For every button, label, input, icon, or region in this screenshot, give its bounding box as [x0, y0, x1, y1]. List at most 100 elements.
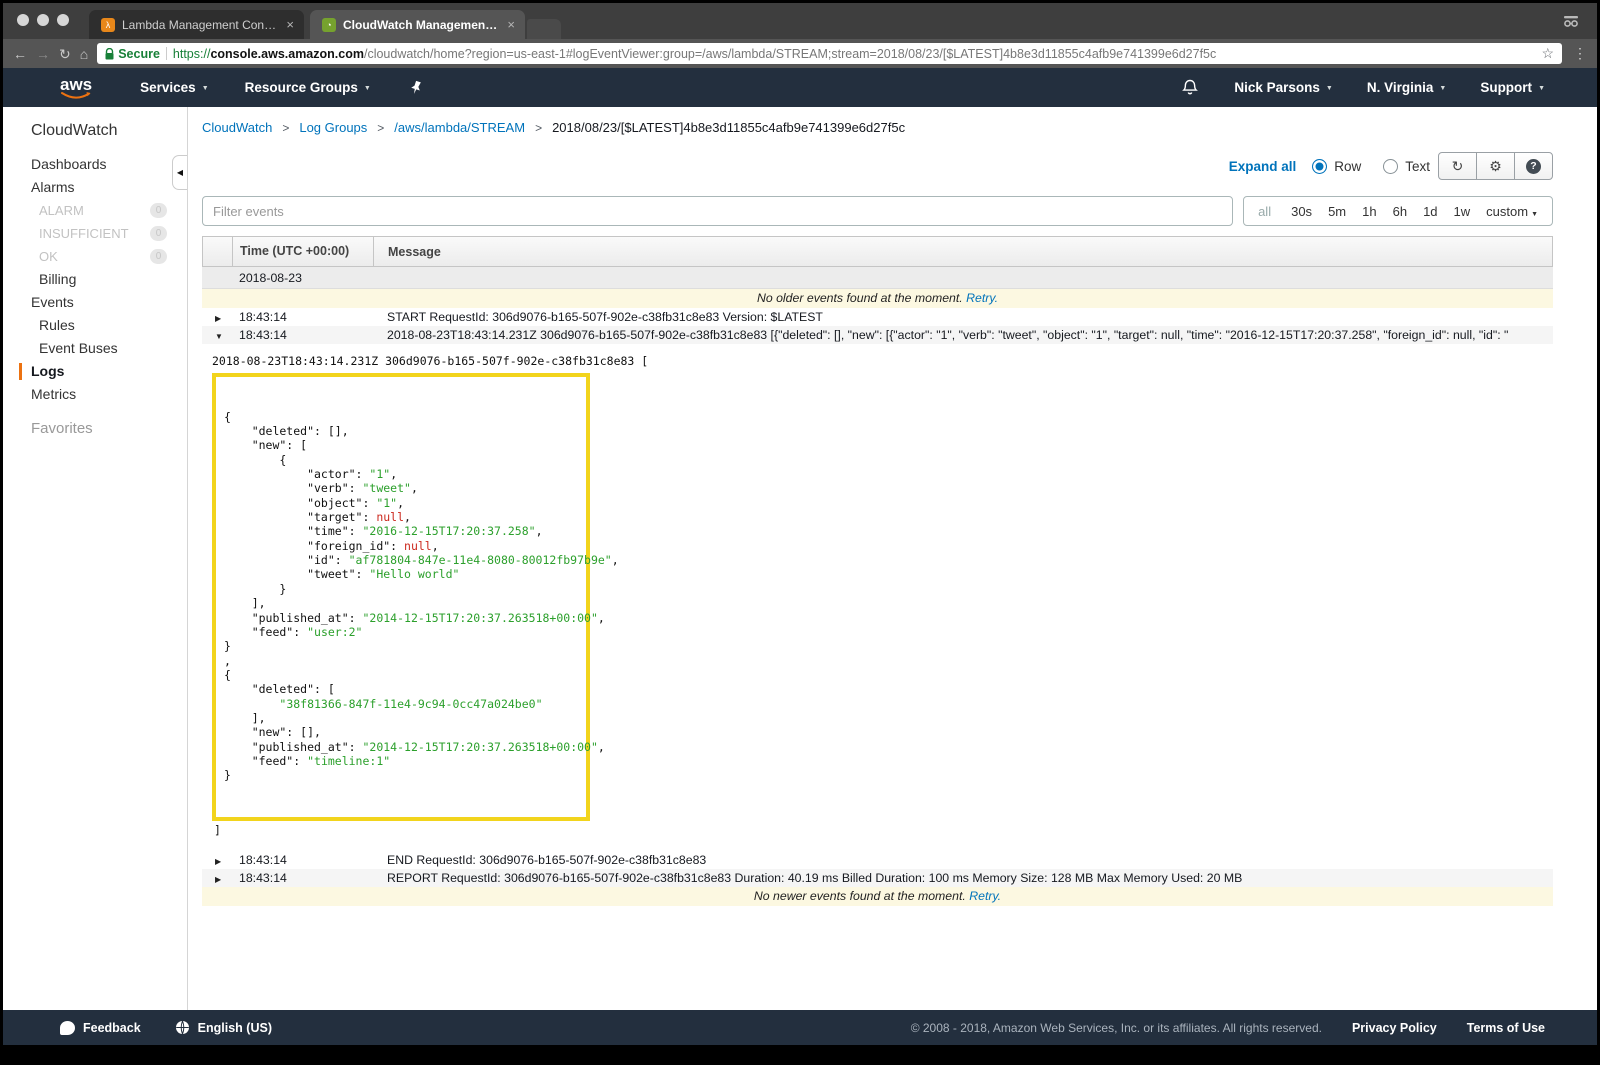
services-menu[interactable]: Services ▼	[140, 80, 209, 95]
event-time: 18:43:14	[232, 310, 373, 324]
range-1h[interactable]: 1h	[1354, 204, 1384, 219]
address-bar[interactable]: Secure https://console.aws.amazon.com/cl…	[97, 43, 1562, 64]
row-radio[interactable]	[1312, 159, 1327, 174]
expanded-event-header: 2018-08-23T18:43:14.231Z 306d9076-b165-5…	[212, 354, 1553, 368]
bookmark-star-icon[interactable]: ☆	[1541, 45, 1554, 62]
sidebar-item-alarm[interactable]: ALARM0	[3, 199, 187, 222]
pin-icon[interactable]	[409, 80, 422, 95]
sidebar-item-ok[interactable]: OK0	[3, 245, 187, 268]
region-menu[interactable]: N. Virginia ▼	[1367, 80, 1446, 95]
language-selector[interactable]: English (US)	[175, 1020, 272, 1035]
sidebar-item-billing[interactable]: Billing	[3, 268, 187, 291]
expand-arrow-icon[interactable]: ▶	[215, 857, 221, 866]
notice-text: No newer events found at the moment.	[754, 889, 966, 903]
refresh-button[interactable]: ↻	[1438, 152, 1477, 180]
collapse-arrow-icon[interactable]: ▼	[215, 332, 223, 341]
retry-link[interactable]: Retry.	[966, 291, 998, 305]
tab-cloudwatch-console[interactable]: ◔ CloudWatch Management Con ×	[310, 10, 525, 39]
maximize-window-button[interactable]	[57, 14, 69, 26]
message-column-header: Message	[374, 245, 1552, 259]
close-window-button[interactable]	[17, 14, 29, 26]
sidebar-item-insufficient[interactable]: INSUFFICIENT0	[3, 222, 187, 245]
breadcrumb-cloudwatch[interactable]: CloudWatch	[202, 120, 272, 135]
url-path: /cloudwatch/home?region=us-east-1#logEve…	[364, 47, 1216, 61]
tab-title: Lambda Management Console	[122, 18, 279, 32]
back-button[interactable]: ←	[13, 47, 27, 61]
window-controls[interactable]	[17, 14, 69, 26]
aws-smile-icon	[61, 91, 91, 101]
expand-all-link[interactable]: Expand all	[1229, 159, 1297, 174]
log-event-row-end[interactable]: ▶ 18:43:14 END RequestId: 306d9076-b165-…	[202, 851, 1553, 869]
user-menu[interactable]: Nick Parsons ▼	[1234, 80, 1332, 95]
header-arrow-col	[203, 237, 233, 266]
home-button[interactable]: ⌂	[80, 47, 88, 61]
tab-title: CloudWatch Management Con	[343, 18, 500, 32]
chevron-down-icon: ▼	[1439, 85, 1446, 92]
sidebar-item-logs[interactable]: Logs	[3, 360, 187, 383]
footer-left: Feedback English (US)	[60, 1020, 306, 1035]
log-event-row-payload[interactable]: ▼ 18:43:14 2018-08-23T18:43:14.231Z 306d…	[202, 326, 1553, 344]
expand-arrow-icon[interactable]: ▶	[215, 875, 221, 884]
tab-lambda-console[interactable]: λ Lambda Management Console ×	[89, 10, 304, 39]
log-event-row-start[interactable]: ▶ 18:43:14 START RequestId: 306d9076-b16…	[202, 308, 1553, 326]
range-6h[interactable]: 6h	[1385, 204, 1415, 219]
sidebar-item-events[interactable]: Events	[3, 291, 187, 314]
text-radio[interactable]	[1383, 159, 1398, 174]
refresh-icon: ↻	[1452, 158, 1464, 175]
language-label: English (US)	[198, 1021, 272, 1035]
footer-right: © 2008 - 2018, Amazon Web Services, Inc.…	[911, 1021, 1545, 1035]
row-radio-label[interactable]: Row	[1334, 159, 1361, 174]
range-custom[interactable]: custom▼	[1478, 204, 1546, 219]
privacy-policy-link[interactable]: Privacy Policy	[1352, 1021, 1437, 1035]
secure-badge[interactable]: Secure	[105, 47, 160, 61]
event-time: 18:43:14	[232, 853, 373, 867]
gear-icon: ⚙	[1489, 158, 1502, 175]
breadcrumb-separator: >	[377, 121, 384, 135]
range-5m[interactable]: 5m	[1320, 204, 1354, 219]
sidebar-item-event-buses[interactable]: Event Buses	[3, 337, 187, 360]
aws-logo[interactable]: aws	[60, 76, 92, 99]
range-all[interactable]: all	[1250, 204, 1283, 219]
chevron-down-icon: ▼	[202, 85, 209, 92]
browser-menu-icon[interactable]: ⋮	[1571, 45, 1589, 62]
sidebar-item-metrics[interactable]: Metrics	[3, 383, 187, 406]
sidebar-item-dashboards[interactable]: Dashboards	[3, 153, 187, 176]
secure-label: Secure	[118, 47, 160, 61]
range-1w[interactable]: 1w	[1446, 204, 1479, 219]
tab-close-icon[interactable]: ×	[507, 17, 515, 32]
minimize-window-button[interactable]	[37, 14, 49, 26]
sidebar-collapse-button[interactable]: ◀	[172, 155, 187, 190]
url-scheme: https://	[173, 47, 211, 61]
feedback-button[interactable]: Feedback	[60, 1020, 141, 1035]
reload-button[interactable]: ↻	[59, 47, 71, 61]
notifications-bell-icon[interactable]	[1182, 79, 1198, 96]
chevron-down-icon: ▼	[364, 85, 371, 92]
range-30s[interactable]: 30s	[1283, 204, 1320, 219]
breadcrumb-log-groups[interactable]: Log Groups	[299, 120, 367, 135]
support-menu[interactable]: Support ▼	[1480, 80, 1545, 95]
aws-navbar: aws Services ▼ Resource Groups ▼ Nick Pa…	[3, 68, 1597, 107]
expand-arrow-icon[interactable]: ▶	[215, 314, 221, 323]
sidebar-item-alarms[interactable]: Alarms	[3, 176, 187, 199]
log-event-row-report[interactable]: ▶ 18:43:14 REPORT RequestId: 306d9076-b1…	[202, 869, 1553, 887]
tab-close-icon[interactable]: ×	[286, 17, 294, 32]
divider	[166, 47, 167, 60]
settings-button[interactable]: ⚙	[1476, 152, 1515, 180]
resource-groups-menu[interactable]: Resource Groups ▼	[245, 80, 371, 95]
expanded-event-closing-bracket: ]	[214, 823, 1553, 837]
region-name: N. Virginia	[1367, 80, 1434, 95]
retry-link[interactable]: Retry.	[969, 889, 1001, 903]
filter-events-input[interactable]	[202, 196, 1233, 226]
breadcrumb-current-stream: 2018/08/23/[$LATEST]4b8e3d11855c4afb9e74…	[552, 120, 905, 135]
new-tab-button[interactable]	[527, 19, 561, 39]
sidebar-favorites[interactable]: Favorites	[3, 420, 187, 437]
count-badge: 0	[150, 203, 167, 218]
text-radio-label[interactable]: Text	[1405, 159, 1430, 174]
terms-of-use-link[interactable]: Terms of Use	[1467, 1021, 1545, 1035]
forward-button[interactable]: →	[36, 47, 50, 61]
sidebar-item-rules[interactable]: Rules	[3, 314, 187, 337]
count-badge: 0	[150, 249, 167, 264]
range-1d[interactable]: 1d	[1415, 204, 1445, 219]
help-button[interactable]: ?	[1514, 152, 1553, 180]
breadcrumb-log-group[interactable]: /aws/lambda/STREAM	[394, 120, 525, 135]
